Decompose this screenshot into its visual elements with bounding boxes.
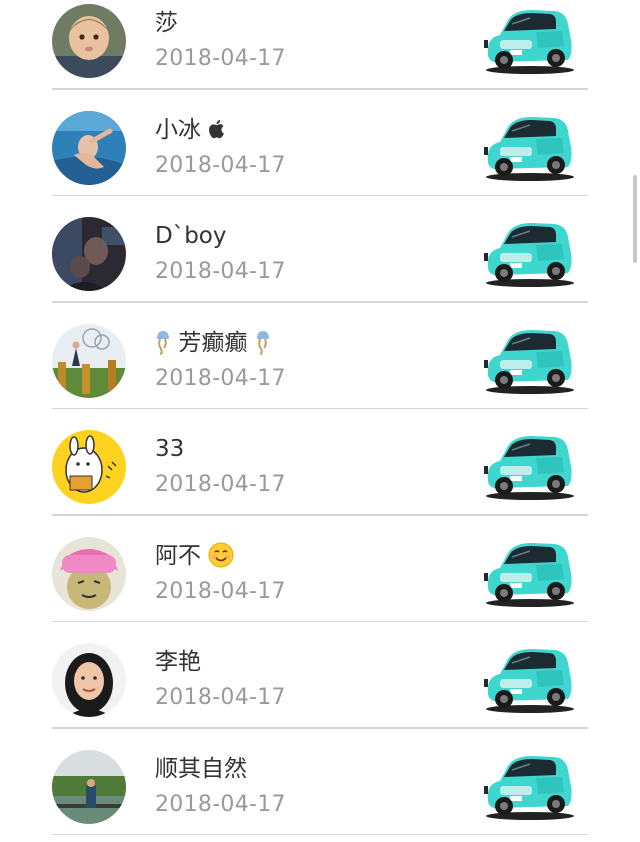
- teal-car-icon[interactable]: [480, 215, 576, 289]
- cartoon-bunny-avatar-icon: [52, 430, 126, 504]
- vertical-scrollbar[interactable]: [633, 175, 637, 263]
- contact-name-text: 顺其自然: [155, 755, 247, 782]
- avatar[interactable]: [52, 110, 126, 185]
- avatar[interactable]: [52, 323, 126, 398]
- jellyfish-emoji-icon: [157, 330, 169, 355]
- teal-car-icon[interactable]: [480, 109, 576, 183]
- teal-car-icon[interactable]: [480, 2, 576, 76]
- contact-date: 2018-04-17: [155, 152, 286, 178]
- avatar[interactable]: [52, 749, 126, 824]
- contact-list-screen: 莎 2018-04-17 小冰 2018-04-17 D`boy 2018-04…: [0, 0, 640, 842]
- teal-car-icon[interactable]: [480, 428, 576, 502]
- woman-portrait-avatar-icon: [52, 643, 126, 717]
- contact-date: 2018-04-17: [155, 685, 286, 710]
- avatar[interactable]: [52, 4, 126, 78]
- teal-car-icon[interactable]: [480, 322, 576, 396]
- contact-name: 李艳: [155, 647, 201, 677]
- garden-photo-avatar-icon: [52, 323, 126, 398]
- contact-name-text: 阿不: [155, 542, 201, 569]
- list-item[interactable]: 33 2018-04-17: [0, 409, 640, 516]
- contact-name: 莎: [155, 8, 178, 38]
- contact-name-text: 莎: [155, 10, 178, 36]
- contact-name-text: 李艳: [155, 649, 201, 675]
- teal-car-icon[interactable]: [480, 748, 576, 822]
- avatar[interactable]: [52, 217, 126, 291]
- list-item[interactable]: D`boy 2018-04-17: [0, 196, 640, 303]
- dark-photo-avatar-icon: [52, 217, 126, 291]
- contact-name-text: 小冰: [155, 116, 201, 143]
- contact-name: 小冰: [155, 115, 225, 145]
- list-item[interactable]: 芳癫癫 2018-04-17: [0, 303, 640, 409]
- teal-car-icon[interactable]: [480, 641, 576, 715]
- contact-date: 2018-04-17: [155, 472, 286, 497]
- baby-portrait-avatar-icon: [52, 4, 126, 78]
- list-item[interactable]: 李艳 2018-04-17: [0, 622, 640, 729]
- apple-logo-icon: [209, 119, 225, 138]
- avatar[interactable]: [52, 430, 126, 504]
- meme-face-avatar-icon: [52, 536, 126, 611]
- contact-name: 芳癫癫: [155, 328, 271, 358]
- list-item[interactable]: 小冰 2018-04-17: [0, 90, 640, 196]
- contact-name-text: 33: [155, 436, 185, 462]
- contact-date: 2018-04-17: [155, 46, 286, 71]
- list-item[interactable]: 顺其自然 2018-04-17: [0, 729, 640, 835]
- contact-name-text: 芳癫癫: [178, 329, 248, 356]
- list-item[interactable]: 阿不 2018-04-17: [0, 516, 640, 622]
- swimming-baby-avatar-icon: [52, 110, 126, 185]
- contact-list: 莎 2018-04-17 小冰 2018-04-17 D`boy 2018-04…: [0, 0, 640, 835]
- contact-date: 2018-04-17: [155, 365, 286, 391]
- contact-date: 2018-04-17: [155, 791, 286, 817]
- contact-name: 顺其自然: [155, 754, 247, 784]
- row-divider: [52, 833, 588, 835]
- smiling-face-emoji-icon: [208, 542, 234, 567]
- contact-name: D`boy: [155, 221, 227, 251]
- teal-car-icon[interactable]: [480, 535, 576, 609]
- lakeside-photo-avatar-icon: [52, 749, 126, 824]
- contact-date: 2018-04-17: [155, 259, 286, 284]
- avatar[interactable]: [52, 536, 126, 611]
- contact-name: 阿不: [155, 541, 234, 571]
- jellyfish-emoji-icon: [256, 330, 269, 355]
- contact-name: 33: [155, 434, 184, 464]
- avatar[interactable]: [52, 643, 126, 717]
- contact-date: 2018-04-17: [155, 578, 286, 604]
- contact-name-text: D`boy: [155, 223, 227, 249]
- list-item[interactable]: 莎 2018-04-17: [0, 0, 640, 90]
